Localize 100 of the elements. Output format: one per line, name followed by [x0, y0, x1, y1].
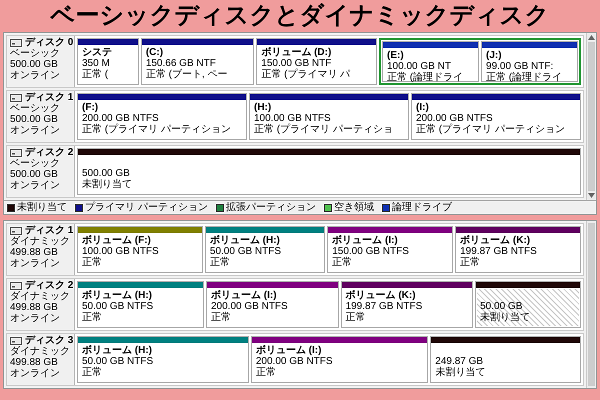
- disk-size: 499.88 GB: [10, 357, 59, 368]
- scrollbar[interactable]: [586, 33, 596, 200]
- partition-name: ボリューム (F:): [82, 235, 152, 246]
- partition-name: ボリューム (H:): [82, 290, 153, 301]
- disk-type: ダイナミック: [10, 291, 71, 302]
- partition-block[interactable]: 50.00 GB 未割り当て: [475, 281, 581, 328]
- disk-label[interactable]: ディスク 3 ダイナミック 499.88 GB オンライン: [7, 334, 75, 385]
- partition-name: (E:): [387, 50, 405, 61]
- scroll-up-icon[interactable]: [588, 35, 595, 40]
- partition-block[interactable]: (I:) 200.00 GB NTFS 正常 (プライマリ パーティション: [411, 93, 581, 140]
- partition-block[interactable]: ボリューム (H:) 50.00 GB NTFS 正常: [204, 226, 326, 273]
- disk-name: ディスク 0: [25, 37, 74, 48]
- partition-info: 正常 (プライマリ パーティション: [82, 124, 232, 135]
- partition-info: 150.00 GB NTFS: [332, 246, 410, 257]
- disk-status: オンライン: [10, 258, 61, 269]
- partition-info: 正常 (ブート, ペー: [146, 69, 228, 80]
- partition-info: 正常: [82, 257, 103, 268]
- disk-size: 499.88 GB: [10, 247, 59, 258]
- partition-info: 100.00 GB NTFS: [254, 113, 332, 124]
- partition-info: 正常: [256, 367, 277, 378]
- partition-block[interactable]: (C:) 150.66 GB NTF 正常 (ブート, ペー: [140, 38, 254, 85]
- partition-block[interactable]: ボリューム (I:) 200.00 GB NTFS 正常: [206, 281, 339, 328]
- disk-size: 500.00 GB: [10, 114, 59, 125]
- partition-block[interactable]: (F:) 200.00 GB NTFS 正常 (プライマリ パーティション: [77, 93, 247, 140]
- partition-info: 50.00 GB NTFS: [82, 301, 154, 312]
- disk-name: ディスク 3: [25, 335, 74, 346]
- partition-name: ボリューム (K:): [346, 290, 417, 301]
- disk-size: 500.00 GB: [10, 169, 59, 180]
- partition-name: ボリューム (I:): [211, 290, 278, 301]
- partition-name: システ: [82, 47, 113, 58]
- partition-info: 正常: [211, 312, 232, 323]
- disk-label[interactable]: ディスク 0 ベーシック 500.00 GB オンライン: [7, 36, 75, 87]
- partition-info: 200.00 GB NTFS: [256, 356, 334, 367]
- partition-info: 500.00 GB: [82, 168, 131, 179]
- partition-info: 正常 (: [82, 69, 110, 80]
- partition-block[interactable]: ボリューム (H:) 50.00 GB NTFS 正常: [77, 281, 204, 328]
- partition-name: ボリューム (I:): [332, 235, 399, 246]
- partition-name: ボリューム (K:): [460, 235, 532, 246]
- partition-block[interactable]: 249.87 GB 未割り当て: [430, 336, 581, 383]
- scrollbar[interactable]: [586, 221, 596, 388]
- partition-block[interactable]: ボリューム (K:) 199.87 GB NTFS 正常: [455, 226, 581, 273]
- partition-info: 正常 (論理ドライ: [486, 72, 564, 83]
- disk-label[interactable]: ディスク 1 ダイナミック 499.88 GB オンライン: [7, 224, 75, 275]
- partition-info: 正常: [82, 367, 103, 378]
- partition-info: 正常 (プライマリ パーティション: [416, 124, 566, 135]
- partition-name: ボリューム (H:): [82, 345, 153, 356]
- partition-info: 正常: [460, 257, 482, 268]
- partition-info: 正常 (論理ドライ: [387, 72, 464, 83]
- partition-block[interactable]: 500.00 GB 未割り当て: [77, 148, 581, 195]
- disk-size: 500.00 GB: [10, 59, 59, 70]
- disk-name: ディスク 2: [25, 147, 74, 158]
- disk-status: オンライン: [10, 180, 61, 191]
- partition-info: 100.00 GB NT: [387, 61, 452, 72]
- disk-type: ベーシック: [10, 48, 61, 59]
- partition-block[interactable]: ボリューム (K:) 199.87 GB NTFS 正常: [340, 281, 474, 328]
- partition-info: 未割り当て: [435, 367, 486, 378]
- partition-block[interactable]: (H:) 100.00 GB NTFS 正常 (プライマリ パーティショ: [249, 93, 409, 140]
- partition-info: 249.87 GB: [435, 356, 484, 367]
- legend-label: 論理ドライブ: [392, 202, 452, 213]
- partition-name: (C:): [146, 47, 164, 58]
- page-title: ベーシックディスクとダイナミックディスク: [50, 1, 550, 31]
- partition-name: (H:): [254, 102, 272, 113]
- partition-name: ボリューム (H:): [210, 235, 281, 246]
- legend-label: 拡張パーティション: [226, 202, 316, 213]
- scroll-down-icon[interactable]: [588, 193, 595, 198]
- partition-info: 150.66 GB NTF: [146, 58, 217, 69]
- disk-name: ディスク 1: [25, 225, 74, 236]
- partition-info: 正常 (プライマリ パーティショ: [254, 124, 394, 135]
- partition-info: 未割り当て: [480, 312, 532, 323]
- partition-block[interactable]: システ 350 M 正常 (: [77, 38, 139, 85]
- partition-info: 100.00 GB NTFS: [82, 246, 160, 257]
- disk-label[interactable]: ディスク 2 ベーシック 500.00 GB オンライン: [7, 146, 75, 197]
- partition-info: 正常: [210, 257, 231, 268]
- disk-label[interactable]: ディスク 2 ダイナミック 499.88 GB オンライン: [7, 279, 75, 330]
- partition-block[interactable]: ボリューム (I:) 200.00 GB NTFS 正常: [250, 336, 428, 383]
- disk-status: オンライン: [10, 125, 61, 136]
- partition-info: 50.00 GB: [480, 301, 524, 312]
- partition-info: 350 M: [82, 58, 111, 69]
- disk-type: ベーシック: [10, 158, 61, 169]
- disk-status: オンライン: [10, 70, 61, 81]
- disk-type: ベーシック: [10, 103, 61, 114]
- partition-name: (I:): [416, 102, 430, 113]
- partition-info: 99.00 GB NTF:: [486, 61, 554, 72]
- partition-block[interactable]: (E:) 100.00 GB NT 正常 (論理ドライ: [382, 41, 480, 82]
- partition-block[interactable]: ボリューム (F:) 100.00 GB NTFS 正常: [77, 226, 203, 273]
- partition-name: ボリューム (D:): [261, 47, 332, 58]
- disk-name: ディスク 2: [25, 280, 74, 291]
- legend-label: 未割り当て: [17, 202, 67, 213]
- disk-size: 499.88 GB: [10, 302, 59, 313]
- partition-block[interactable]: (J:) 99.00 GB NTF: 正常 (論理ドライ: [481, 41, 578, 82]
- partition-info: 正常: [82, 312, 103, 323]
- partition-info: 200.00 GB NTFS: [82, 113, 160, 124]
- partition-info: 未割り当て: [82, 179, 133, 190]
- partition-info: 正常 (プライマリ パ: [261, 69, 352, 80]
- disk-name: ディスク 1: [25, 92, 74, 103]
- disk-label[interactable]: ディスク 1 ベーシック 500.00 GB オンライン: [7, 91, 75, 142]
- partition-block[interactable]: ボリューム (I:) 150.00 GB NTFS 正常: [327, 226, 454, 273]
- partition-block[interactable]: ボリューム (D:) 150.00 GB NTF 正常 (プライマリ パ: [256, 38, 377, 85]
- partition-name: (F:): [82, 102, 100, 113]
- partition-block[interactable]: ボリューム (H:) 50.00 GB NTFS 正常: [77, 336, 249, 383]
